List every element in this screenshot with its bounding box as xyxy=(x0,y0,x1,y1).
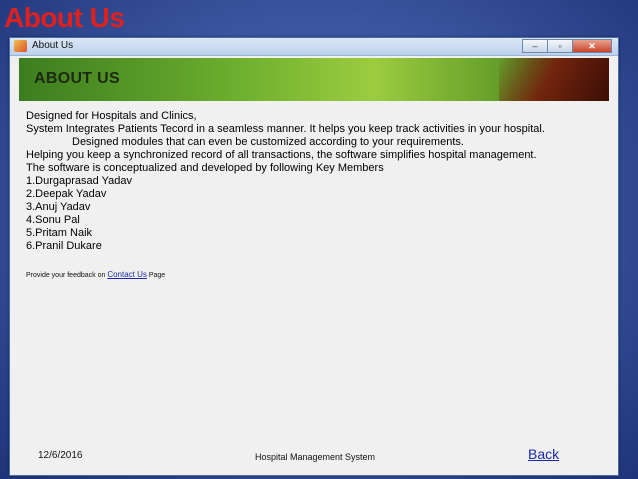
minimize-button[interactable]: – xyxy=(522,39,548,53)
slide-title: About Us xyxy=(4,2,125,33)
member-item: 5.Pritam Naik xyxy=(26,227,93,239)
feedback-prefix: Provide your feedback on xyxy=(26,272,108,279)
maximize-icon: ▫ xyxy=(558,41,562,51)
banner-title: ABOUT US xyxy=(34,70,120,87)
feedback-text: Provide your feedback on Contact Us Page xyxy=(26,270,165,279)
window-controls: – ▫ ✕ xyxy=(522,39,612,53)
window-title: About Us xyxy=(32,40,74,51)
maximize-button[interactable]: ▫ xyxy=(547,39,573,53)
about-content: Designed for Hospitals and Clinics, Syst… xyxy=(26,110,616,253)
content-line: Designed modules that can even be custom… xyxy=(72,136,464,148)
close-icon: ✕ xyxy=(588,40,596,51)
feedback-suffix: Page xyxy=(146,272,166,279)
minimize-icon: – xyxy=(532,41,538,51)
about-us-banner: ABOUT US xyxy=(19,58,609,101)
member-item: 3.Anuj Yadav xyxy=(26,201,91,213)
member-item: 4.Sonu Pal xyxy=(26,214,80,226)
footer-title: Hospital Management System xyxy=(255,452,376,462)
member-item: 2.Deepak Yadav xyxy=(26,188,107,200)
back-link[interactable]: Back xyxy=(528,446,559,462)
content-line: System Integrates Patients Tecord in a s… xyxy=(26,123,545,135)
window-titlebar[interactable]: About Us – ▫ ✕ xyxy=(10,38,618,56)
about-us-window: About Us – ▫ ✕ ABOUT US Designed for Hos… xyxy=(9,37,619,476)
contact-us-link[interactable]: Contact Us xyxy=(107,270,147,279)
content-line: Designed for Hospitals and Clinics, xyxy=(26,110,197,122)
close-button[interactable]: ✕ xyxy=(572,39,612,53)
member-item: 6.Pranil Dukare xyxy=(26,240,102,252)
app-icon xyxy=(14,40,27,52)
content-line: Helping you keep a synchronized record o… xyxy=(26,149,537,161)
content-line: The software is conceptualized and devel… xyxy=(26,162,384,174)
footer-date: 12/6/2016 xyxy=(38,450,83,461)
member-item: 1.Durgaprasad Yadav xyxy=(26,175,132,187)
